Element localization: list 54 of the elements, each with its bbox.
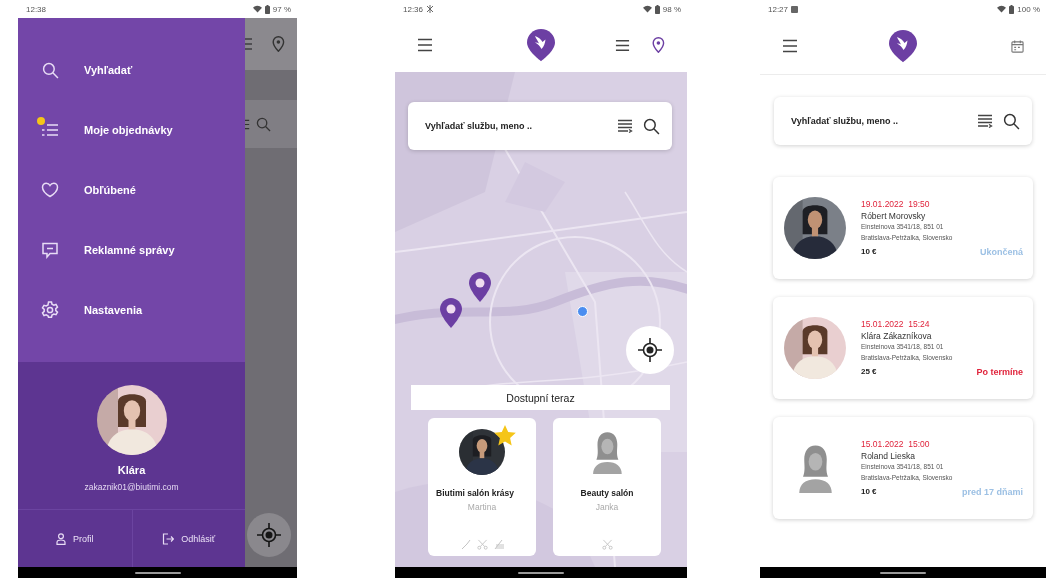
image-icon [791, 5, 799, 13]
menu-item[interactable]: Moje objednávky [18, 100, 245, 160]
menu-item[interactable]: Obľúbené [18, 160, 245, 220]
battery-icon [654, 4, 660, 14]
order-price: 10 € [861, 246, 877, 257]
order-status: pred 17 dňami [961, 486, 1023, 497]
filter-icon [977, 114, 993, 128]
order-date: 15.01.2022 15:24 [861, 319, 931, 330]
battery-percentage: 98 % [662, 4, 681, 14]
client-name: Róbert Morovsky [861, 211, 927, 222]
search-icon [41, 61, 59, 79]
menu-item[interactable]: Nastavenia [18, 280, 245, 340]
list-icon [615, 37, 631, 53]
order-price: 25 € [861, 366, 877, 377]
heart-icon [41, 182, 59, 198]
list-icon [41, 122, 59, 138]
order-status: Po termíne [976, 366, 1023, 377]
status-time: 12:36 [403, 4, 424, 14]
calendar-icon[interactable] [1011, 39, 1024, 53]
battery-icon [264, 4, 270, 14]
battery-icon [1009, 4, 1015, 14]
message-icon [41, 241, 59, 259]
order-date: 15.01.2022 15:00 [861, 439, 931, 450]
logo-icon [526, 28, 556, 62]
order-status: Ukončená [980, 246, 1023, 257]
wifi-icon [997, 5, 1007, 13]
search-icon [256, 116, 271, 132]
search-icon [1003, 112, 1020, 130]
profile-email: zakaznik01@biutimi.com [84, 482, 179, 492]
location-pin-icon [272, 36, 285, 52]
location-pin-icon [652, 37, 665, 53]
wifi-icon [252, 5, 262, 13]
status-time: 12:27 [768, 4, 789, 14]
order-price: 10 € [861, 486, 877, 497]
battery-percentage: 100 % [1017, 4, 1040, 14]
client-name: Klára Zákazníkova [861, 331, 933, 342]
person-silhouette-icon [797, 443, 833, 493]
logo-icon [888, 29, 918, 63]
person-icon [56, 532, 66, 545]
client-name: Roland Lieska [861, 451, 916, 462]
settings-icon [41, 301, 59, 319]
order-date: 19.01.2022 19:50 [861, 199, 931, 210]
battery-percentage: 97 % [272, 4, 291, 14]
menu-item[interactable]: Reklamné správy [18, 220, 245, 280]
status-time: 12:38 [26, 4, 47, 14]
search-field[interactable]: Vyhľadať službu, meno .. [789, 115, 967, 127]
menu-item[interactable]: Vyhľadať [18, 40, 245, 100]
logout-icon [162, 532, 175, 545]
crosshair-icon [256, 522, 282, 548]
menu-icon[interactable] [417, 38, 433, 52]
menu-icon[interactable] [782, 39, 798, 53]
profile-button[interactable]: Profil [18, 510, 132, 567]
profile-name: Klára [117, 464, 146, 476]
wifi-icon [642, 5, 652, 13]
